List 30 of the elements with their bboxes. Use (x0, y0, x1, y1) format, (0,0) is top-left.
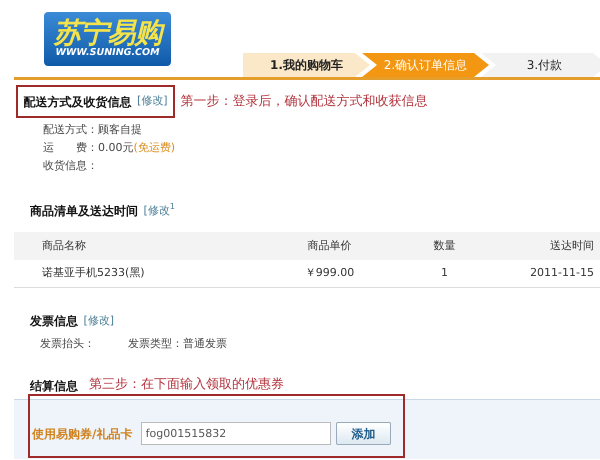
annotation: 第三步：在下面输入领取的优惠券 (89, 376, 284, 394)
table-cell-text: 2011-11-15 (529, 265, 594, 281)
field-label: 运 费： (43, 140, 98, 156)
logo[interactable]: 苏宁易购 WWW.SUNING.COM (44, 12, 171, 66)
field-value: 普通发票 (183, 336, 227, 352)
field-label: 发票类型： (128, 336, 183, 352)
edit-link[interactable]: [修改] (84, 312, 114, 329)
add-button[interactable]: 添加 (336, 422, 392, 446)
edit-link[interactable]: [修改$^{1}$ (144, 202, 176, 219)
edit-link[interactable]: [修改] (137, 93, 168, 110)
coupon-input[interactable]: fog001515832 (140, 422, 331, 446)
annotation: 第一步：登录后，确认配送方式和收获信息 (180, 92, 428, 111)
coupon-label: 使用易购券/礼品卡 (32, 426, 132, 443)
table-cell-text: ￥999.00 (304, 265, 356, 281)
column-header: 商品名称 (42, 238, 87, 254)
field-label: 配送方式： (43, 122, 98, 138)
field-label: 收货信息： (43, 158, 98, 174)
section-title: 配送方式及收货信息 (24, 94, 132, 110)
column-header: 商品单价 (306, 238, 352, 254)
field-note: (免运费) (134, 140, 176, 156)
table-cell-text: 1 (440, 265, 449, 281)
section-title: 发票信息 (30, 312, 78, 330)
field-value: 0.00元 (98, 140, 134, 156)
section-title: 商品清单及送达时间 (30, 202, 138, 220)
column-header: 数量 (432, 238, 456, 254)
column-header: 送达时间 (549, 238, 594, 254)
section-title: 结算信息 (30, 378, 78, 395)
field-label: 发票抬头： (40, 336, 95, 352)
table-cell-text: 诺基亚手机5233(黑) (42, 265, 146, 281)
field-value: 顾客自提 (98, 122, 142, 138)
